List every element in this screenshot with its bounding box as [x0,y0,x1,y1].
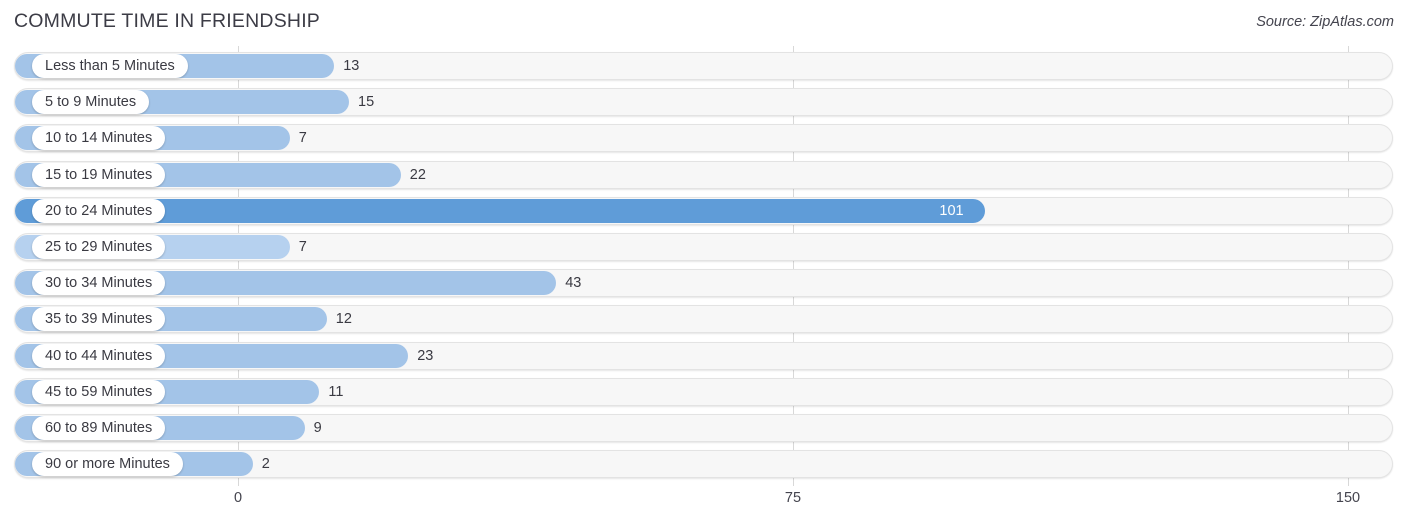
bar-category-label: 25 to 29 Minutes [32,235,166,259]
bar-category-label: 15 to 19 Minutes [32,162,166,187]
bar-value-label: 22 [409,166,426,183]
bar-row[interactable]: 15 to 19 Minutes 22 [14,160,1393,189]
bar-category-label: 40 to 44 Minutes [32,343,166,368]
bar-category-label: 5 to 9 Minutes [32,90,150,115]
source-attribution: Source: ZipAtlas.com [1256,14,1394,30]
bar-category-label: 45 to 59 Minutes [32,379,166,404]
bar-value-label: 43 [565,275,582,292]
bar-row[interactable]: 10 to 14 Minutes 7 [14,124,1393,153]
bar-value-label: 12 [335,311,352,328]
bar-value-label: 7 [298,239,307,255]
x-axis: 0 75 150 [0,486,1406,523]
bar-category-label: Less than 5 Minutes [32,54,188,78]
bar-category-label: 60 to 89 Minutes [32,416,166,440]
bar-category-label: 90 or more Minutes [32,452,183,477]
bar-rows: Less than 5 Minutes 13 5 to 9 Minutes 15 10 … [0,46,1406,486]
bar-value-label: 9 [313,420,322,436]
chart-header: COMMUTE TIME IN FRIENDSHIP Source: ZipAt… [0,0,1406,46]
bar-value-label: 11 [328,383,344,400]
bar-category-label: 35 to 39 Minutes [32,307,166,332]
bar-row[interactable]: Less than 5 Minutes 13 [14,52,1393,80]
bar-row[interactable]: 20 to 24 Minutes 101 [14,196,1393,225]
bar-category-label: 20 to 24 Minutes [32,198,166,223]
page-title: COMMUTE TIME IN FRIENDSHIP [14,10,321,32]
bar-value-label: 101 [939,202,964,219]
bar-value-label: 15 [358,94,375,111]
x-axis-tick-label: 150 [1335,490,1361,506]
chart-plot-area: Less than 5 Minutes 13 5 to 9 Minutes 15 10 … [0,46,1406,486]
bar-value-label: 13 [343,58,360,74]
bar-category-label: 10 to 14 Minutes [32,126,166,151]
bar-value-label: 2 [261,456,270,473]
bar-row[interactable]: 5 to 9 Minutes 15 [14,88,1393,117]
bar-row[interactable]: 35 to 39 Minutes 12 [14,305,1393,334]
bar-value-label: 23 [417,347,434,364]
x-axis-tick-label: 0 [233,490,243,506]
bar-row[interactable]: 45 to 59 Minutes 11 [14,377,1393,406]
bar-row[interactable]: 25 to 29 Minutes 7 [14,233,1393,261]
bar-row[interactable]: 30 to 34 Minutes 43 [14,269,1393,298]
bar-category-label: 30 to 34 Minutes [32,271,166,296]
bar-row[interactable]: 40 to 44 Minutes 23 [14,341,1393,370]
bar-row[interactable]: 90 or more Minutes 2 [14,450,1393,479]
x-axis-tick-label: 75 [784,490,802,506]
bar-value-label: 7 [298,130,307,147]
bar-row[interactable]: 60 to 89 Minutes 9 [14,414,1393,442]
